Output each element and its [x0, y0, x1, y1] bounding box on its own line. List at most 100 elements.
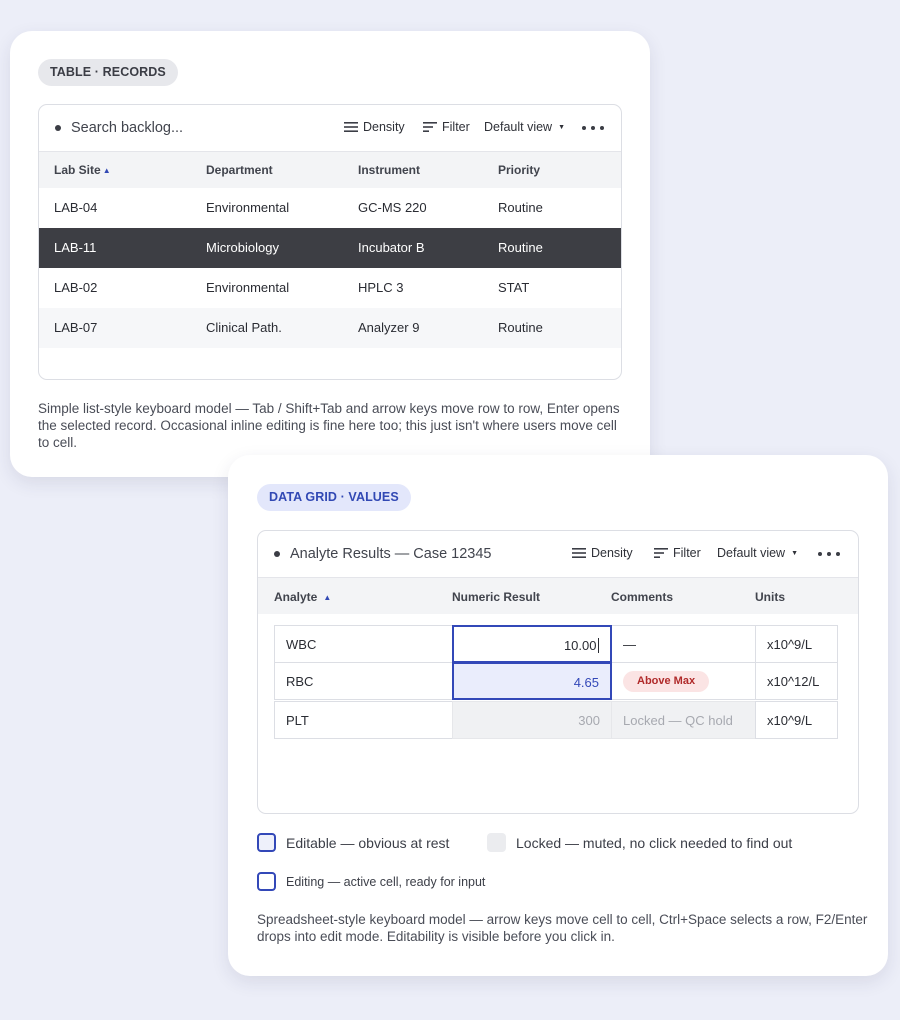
column-header-department[interactable]: Department	[206, 163, 273, 177]
cell-text: x10^12/L	[767, 674, 820, 689]
grid-cell-result-editing[interactable]: 10.00	[452, 625, 612, 663]
filter-icon	[654, 548, 668, 558]
cell-text: Locked — QC hold	[623, 713, 733, 728]
cell-text: —	[623, 637, 636, 652]
column-header-numeric-result[interactable]: Numeric Result	[452, 590, 540, 604]
grid-title: Analyte Results — Case 12345	[290, 546, 492, 562]
filter-icon	[423, 122, 437, 132]
data-grid-card: DATA GRID · VALUES Analyte Results — Cas…	[228, 455, 888, 976]
cell-department: Microbiology	[206, 240, 279, 255]
legend-label: Editing — active cell, ready for input	[286, 874, 486, 889]
table-row-selected[interactable]: LAB-11 Microbiology Incubator B Routine	[39, 228, 621, 268]
grid-cell-result-locked: 300	[452, 701, 612, 739]
search-dot-icon	[55, 125, 61, 131]
column-label: Lab Site	[54, 163, 101, 177]
more-options-icon[interactable]	[818, 552, 840, 556]
editable-swatch	[257, 833, 276, 852]
grid-toolbar: Analyte Results — Case 12345 Density Fil…	[258, 531, 858, 578]
section-tag: TABLE · RECORDS	[38, 59, 178, 86]
cell-instrument: Incubator B	[358, 240, 425, 255]
cell-lab-site: LAB-04	[54, 200, 98, 215]
chevron-down-icon: ▼	[791, 549, 799, 557]
view-selector[interactable]: Default view ▼	[484, 120, 565, 134]
section-tag: DATA GRID · VALUES	[257, 484, 411, 511]
cell-text: PLT	[286, 713, 309, 728]
grid-cell-units[interactable]: x10^9/L	[755, 625, 838, 663]
grid-cell-result-editable[interactable]: 4.65	[452, 662, 612, 700]
legend-label: Locked — muted, no click needed to find …	[516, 834, 793, 851]
legend-locked: Locked — muted, no click needed to find …	[487, 833, 792, 852]
column-header-units[interactable]: Units	[755, 590, 785, 604]
more-options-icon[interactable]	[582, 126, 604, 130]
grid-cell-analyte[interactable]: WBC	[274, 625, 453, 663]
grid-cell-analyte[interactable]: PLT	[274, 701, 453, 739]
table-records-card: TABLE · RECORDS Search backlog... Densit…	[10, 31, 650, 477]
cell-text: x10^9/L	[767, 713, 813, 728]
density-label: Density	[591, 546, 633, 560]
view-label: Default view	[484, 120, 553, 134]
cell-priority: Routine	[498, 200, 543, 215]
cell-text: WBC	[286, 637, 317, 652]
column-header-instrument[interactable]: Instrument	[358, 163, 420, 177]
view-label: Default view	[717, 546, 786, 560]
cell-department: Environmental	[206, 200, 290, 215]
cell-department: Environmental	[206, 280, 290, 295]
editing-swatch	[257, 872, 276, 891]
cell-lab-site: LAB-11	[54, 240, 97, 255]
grid-cell-analyte[interactable]: RBC	[274, 662, 453, 700]
cell-priority: STAT	[498, 280, 530, 295]
density-button[interactable]: Density	[344, 120, 405, 134]
view-selector[interactable]: Default view ▼	[717, 546, 798, 560]
grid-cell-comment[interactable]: Above Max	[611, 662, 756, 700]
column-label: Analyte	[274, 590, 318, 604]
grid-cell-comment-locked: Locked — QC hold	[611, 701, 756, 739]
search-input[interactable]: Search backlog...	[71, 120, 183, 136]
legend-editing: Editing — active cell, ready for input	[257, 872, 485, 891]
cell-priority: Routine	[498, 320, 543, 335]
column-header-priority[interactable]: Priority	[498, 163, 540, 177]
grid-cell-units[interactable]: x10^12/L	[755, 662, 838, 700]
text-cursor	[597, 638, 599, 653]
cell-text: 300	[578, 713, 600, 728]
data-grid-panel: Analyte Results — Case 12345 Density Fil…	[257, 530, 859, 814]
table-header: Lab Site ▲ Department Instrument Priority	[39, 152, 621, 188]
above-max-badge: Above Max	[623, 671, 710, 692]
cell-priority: Routine	[498, 240, 543, 255]
grid-cell-units[interactable]: x10^9/L	[755, 701, 838, 739]
column-header-comments[interactable]: Comments	[611, 590, 673, 604]
sort-ascending-icon: ▲	[323, 593, 332, 602]
cell-instrument: HPLC 3	[358, 280, 404, 295]
density-icon	[572, 548, 586, 558]
cell-text: 4.65	[573, 675, 599, 690]
filter-label: Filter	[442, 120, 470, 134]
legend-label: Editable — obvious at rest	[286, 834, 450, 851]
column-header-lab-site[interactable]: Lab Site ▲	[54, 163, 111, 177]
filter-label: Filter	[673, 546, 701, 560]
cell-instrument: Analyzer 9	[358, 320, 420, 335]
grid-header: Analyte ▲ Numeric Result Comments Units	[258, 578, 858, 614]
locked-swatch	[487, 833, 506, 852]
table-description: Simple list-style keyboard model — Tab /…	[38, 401, 620, 450]
cell-input-value[interactable]: 10.00	[564, 638, 599, 653]
cell-text: x10^9/L	[767, 637, 813, 652]
cell-instrument: GC-MS 220	[358, 200, 427, 215]
table-toolbar: Search backlog... Density Filter Default…	[39, 105, 621, 152]
table-row[interactable]: LAB-02 Environmental HPLC 3 STAT	[39, 268, 621, 308]
column-header-analyte[interactable]: Analyte ▲	[274, 590, 331, 604]
grid-cell-comment[interactable]: —	[611, 625, 756, 663]
table-row[interactable]: LAB-07 Clinical Path. Analyzer 9 Routine	[39, 308, 621, 348]
cell-text: RBC	[286, 674, 314, 689]
sort-ascending-icon: ▲	[102, 166, 111, 175]
density-icon	[344, 122, 358, 132]
filter-button[interactable]: Filter	[423, 120, 470, 134]
table-row[interactable]: LAB-04 Environmental GC-MS 220 Routine	[39, 188, 621, 228]
density-label: Density	[363, 120, 405, 134]
title-dot-icon	[274, 551, 280, 557]
filter-button[interactable]: Filter	[654, 546, 701, 560]
records-table-panel: Search backlog... Density Filter Default…	[38, 104, 622, 380]
cell-lab-site: LAB-02	[54, 280, 98, 295]
chevron-down-icon: ▼	[558, 123, 566, 131]
grid-description: Spreadsheet-style keyboard model — arrow…	[257, 912, 868, 944]
legend-editable: Editable — obvious at rest	[257, 833, 449, 852]
density-button[interactable]: Density	[572, 546, 633, 560]
